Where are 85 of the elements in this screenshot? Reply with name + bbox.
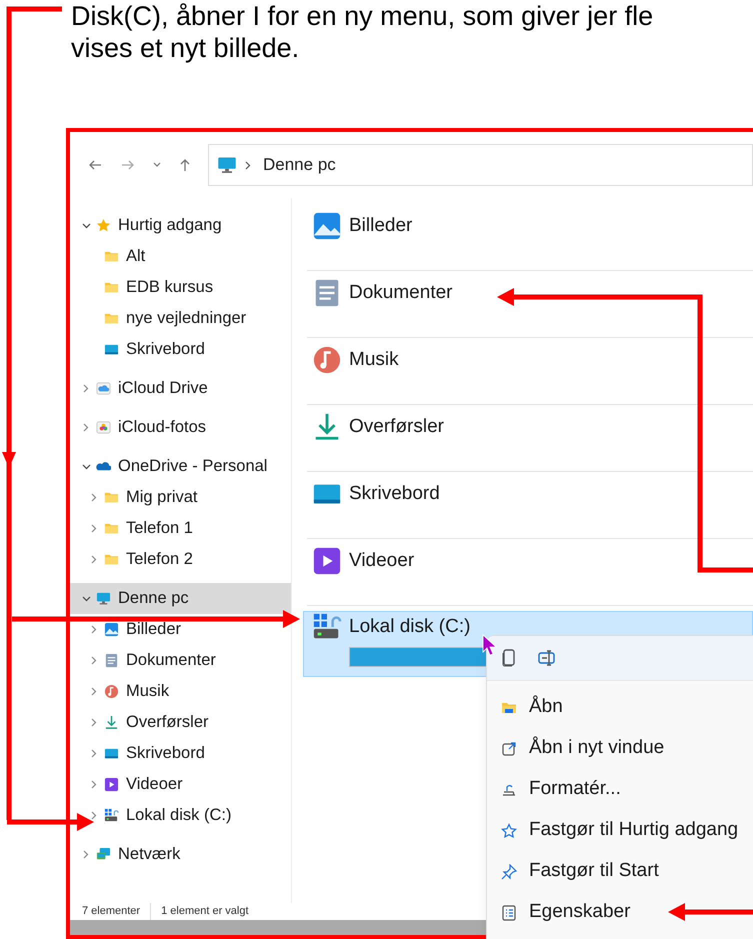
sidebar-item[interactable]: Musik <box>70 676 291 707</box>
chevron-right-icon[interactable] <box>91 687 97 696</box>
music-note-icon <box>312 345 342 375</box>
content-item[interactable]: Skrivebord <box>307 478 753 544</box>
download-icon <box>104 715 119 730</box>
image-icon <box>104 622 119 637</box>
sidebar-item[interactable]: nye vejledninger <box>70 303 291 334</box>
sidebar-item[interactable]: Telefon 1 <box>70 513 291 544</box>
chevron-down-icon <box>153 162 161 168</box>
film-icon <box>104 777 119 792</box>
chevron-right-icon[interactable] <box>91 811 97 820</box>
star-icon <box>501 822 517 838</box>
sidebar-item[interactable]: EDB kursus <box>70 272 291 303</box>
desktop-icon <box>104 746 119 761</box>
chevron-down-icon[interactable] <box>82 464 90 470</box>
document-icon <box>104 653 119 668</box>
properties-icon <box>501 904 517 920</box>
address-path: Denne pc <box>263 154 336 176</box>
menu-item[interactable]: Åbn <box>487 687 753 728</box>
sidebar-item[interactable]: Denne pc <box>70 583 291 614</box>
folder-icon <box>104 552 119 567</box>
instruction-text: Disk(C), åbner I for en ny menu, som giver jer fle <box>71 0 654 32</box>
content-item[interactable]: Billeder <box>307 210 753 276</box>
pin-icon <box>501 864 517 880</box>
menu-item[interactable]: Egenskaber <box>487 892 753 933</box>
music-note-icon <box>104 684 119 699</box>
sidebar-item[interactable]: Billeder <box>70 614 291 645</box>
sidebar-item[interactable]: Hurtig adgang <box>70 210 291 241</box>
film-icon <box>312 546 342 576</box>
sidebar-item[interactable]: iCloud Drive <box>70 373 291 404</box>
sidebar-item[interactable]: Overførsler <box>70 707 291 738</box>
chevron-right-icon[interactable] <box>91 524 97 533</box>
chevron-down-icon[interactable] <box>82 596 90 602</box>
menu-item[interactable]: Fastgør til Hurtig adgang <box>487 810 753 851</box>
sidebar-item[interactable]: Telefon 2 <box>70 544 291 575</box>
folder-icon <box>104 521 119 536</box>
chevron-right-icon[interactable] <box>91 780 97 789</box>
chevron-right-icon[interactable] <box>83 384 89 393</box>
arrow-left-icon <box>88 158 102 172</box>
monitor-icon <box>217 155 237 175</box>
cloud-icon <box>96 381 111 396</box>
chevron-right-icon[interactable] <box>91 555 97 564</box>
content-item[interactable]: Dokumenter <box>307 277 753 343</box>
content-item[interactable]: Videoer <box>307 545 753 611</box>
sidebar-item[interactable]: Lokal disk (C:) <box>70 800 291 831</box>
chevron-right-icon[interactable] <box>91 749 97 758</box>
chevron-right-icon[interactable] <box>91 493 97 502</box>
sidebar-item[interactable]: iCloud-fotos <box>70 412 291 443</box>
chevron-right-icon[interactable] <box>83 423 89 432</box>
folder-icon <box>104 490 119 505</box>
content-item[interactable]: Overførsler <box>307 411 753 477</box>
menu-item[interactable]: Formatér... <box>487 769 753 810</box>
menu-item[interactable]: Fastgør til Start <box>487 851 753 892</box>
content-item[interactable]: Musik <box>307 344 753 410</box>
monitor-icon <box>96 591 111 606</box>
sidebar-item[interactable]: Dokumenter <box>70 645 291 676</box>
image-icon <box>312 211 342 241</box>
network-icon <box>96 847 111 862</box>
chevron-right-icon[interactable] <box>91 656 97 665</box>
status-text: 7 elementer <box>81 904 142 920</box>
desktop-icon <box>104 342 119 357</box>
chevron-down-icon[interactable] <box>82 222 90 228</box>
sidebar-item[interactable]: Skrivebord <box>70 738 291 769</box>
instruction-text: vises et nyt billede. <box>71 32 300 64</box>
star-icon <box>96 218 111 233</box>
flower-icon <box>96 420 111 435</box>
sidebar-item[interactable]: Mig privat <box>70 482 291 513</box>
folder-icon <box>104 249 119 264</box>
chevron-right-icon[interactable] <box>91 625 97 634</box>
sidebar-item[interactable]: OneDrive - Personal <box>70 451 291 482</box>
chevron-right-icon[interactable] <box>83 850 89 859</box>
arrow-right-icon <box>121 158 135 172</box>
chevron-right-icon <box>245 160 251 170</box>
folder-icon <box>104 280 119 295</box>
disk-drive-icon <box>104 808 119 823</box>
external-link-icon <box>501 740 517 756</box>
menu-item[interactable]: Åbn i nyt vindue <box>487 728 753 769</box>
folder-icon <box>104 311 119 326</box>
chevron-right-icon[interactable] <box>91 718 97 727</box>
sidebar-item[interactable]: Skrivebord <box>70 334 291 365</box>
sidebar-item[interactable]: Netværk <box>70 839 291 870</box>
arrow-up-icon <box>178 158 192 172</box>
sidebar-item[interactable]: Videoer <box>70 769 291 800</box>
sidebar-item[interactable]: Alt <box>70 241 291 272</box>
address-bar[interactable]: Denne pc <box>208 144 753 186</box>
